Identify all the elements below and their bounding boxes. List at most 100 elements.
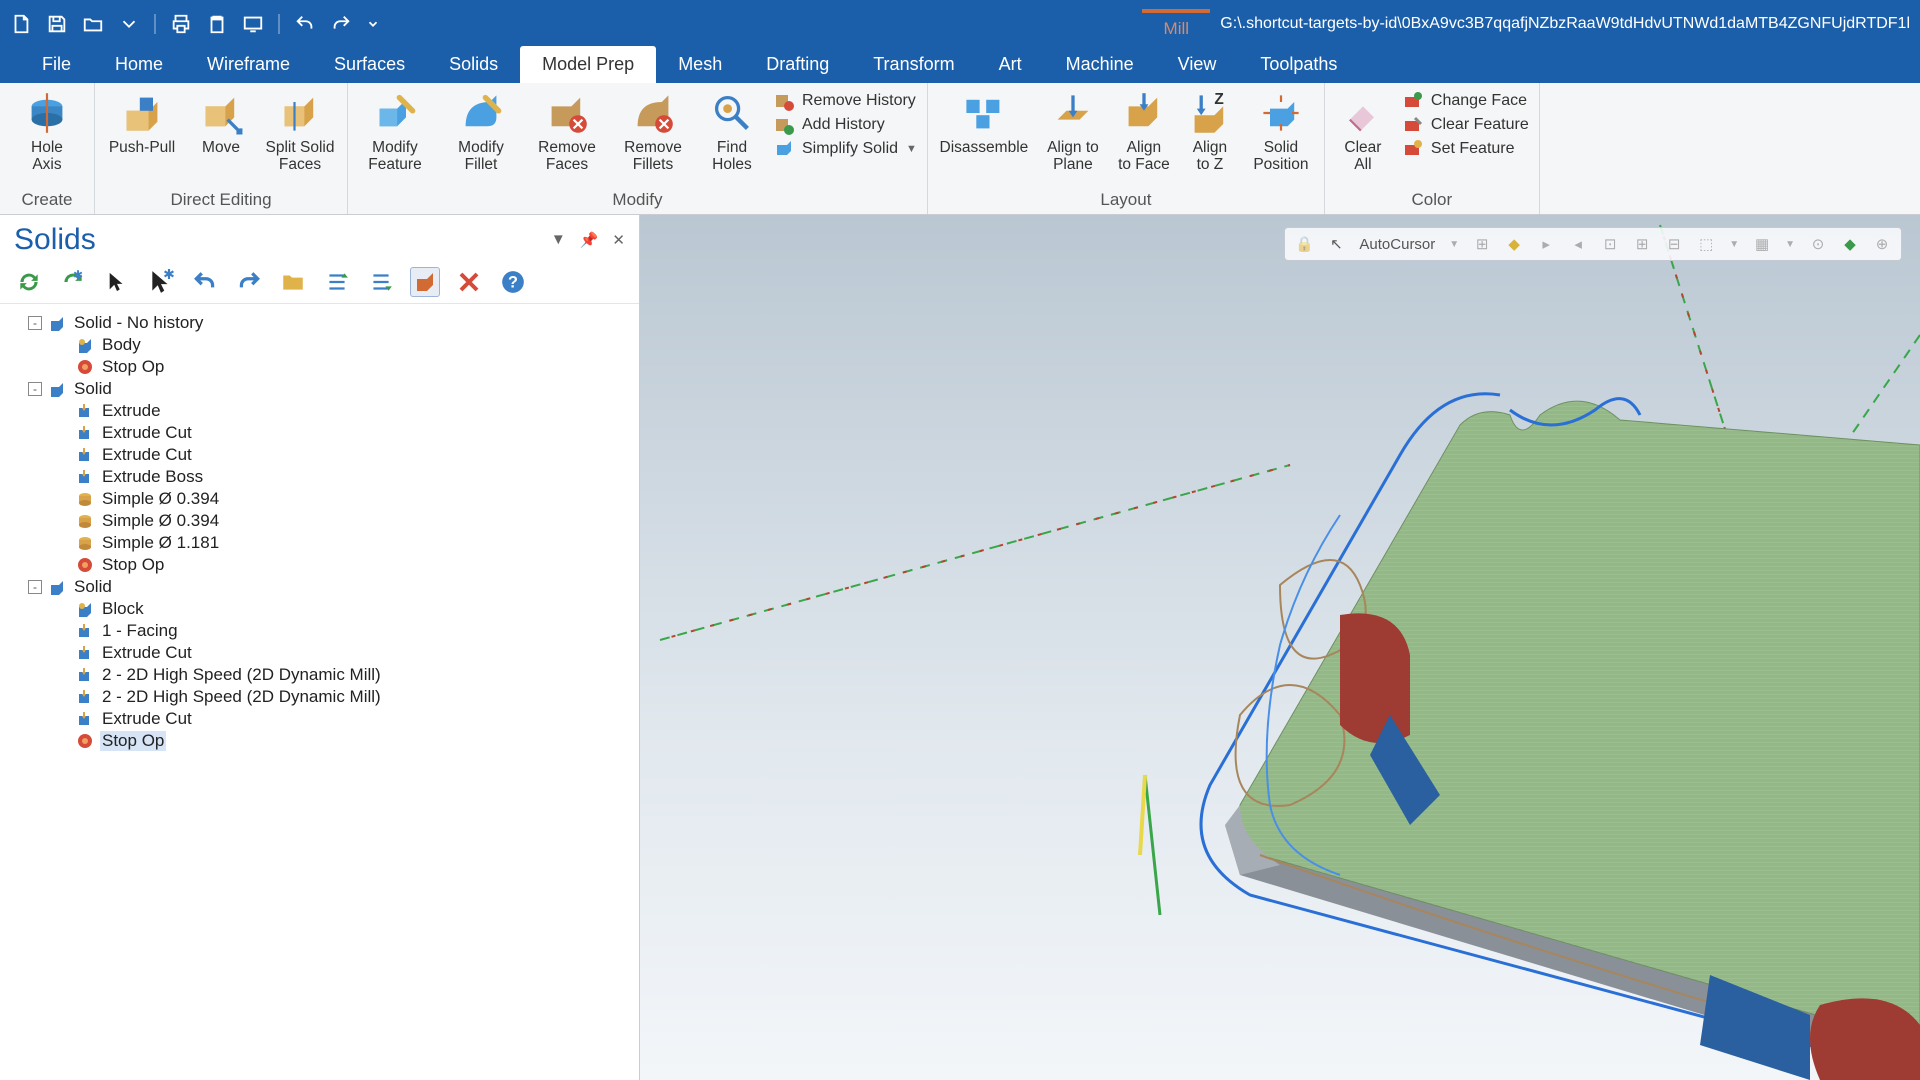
tab-machine[interactable]: Machine xyxy=(1044,46,1156,83)
tree-node[interactable]: Block xyxy=(8,598,631,620)
tree-node[interactable]: -Solid - No history xyxy=(8,312,631,334)
folder-icon[interactable] xyxy=(278,267,308,297)
tool-icon[interactable]: ◂ xyxy=(1569,235,1587,253)
tool-icon[interactable]: ⊟ xyxy=(1665,235,1683,253)
list-down-icon[interactable] xyxy=(366,267,396,297)
push-pull-button[interactable]: Push-Pull xyxy=(105,89,179,188)
align-to-plane-button[interactable]: Align to Plane xyxy=(1042,89,1104,188)
tab-view[interactable]: View xyxy=(1156,46,1239,83)
point-icon[interactable]: ◆ xyxy=(1505,235,1523,253)
tree-node[interactable]: 2 - 2D High Speed (2D Dynamic Mill) xyxy=(8,686,631,708)
expand-toggle[interactable]: - xyxy=(28,316,42,330)
clear-all-button[interactable]: Clear All xyxy=(1335,89,1391,188)
expand-toggle[interactable]: - xyxy=(28,382,42,396)
split-solid-faces-button[interactable]: Split Solid Faces xyxy=(263,89,337,188)
chevron-down-icon[interactable] xyxy=(118,13,140,35)
chevron-down-icon[interactable]: ▼ xyxy=(551,231,566,249)
chevron-down-icon[interactable]: ▼ xyxy=(1729,239,1739,250)
tree-node[interactable]: 2 - 2D High Speed (2D Dynamic Mill) xyxy=(8,664,631,686)
modify-fillet-button[interactable]: Modify Fillet xyxy=(444,89,518,188)
tab-toolpaths[interactable]: Toolpaths xyxy=(1238,46,1359,83)
tree-node[interactable]: Extrude Cut xyxy=(8,642,631,664)
tool-icon[interactable]: ⊙ xyxy=(1809,235,1827,253)
clear-feature-button[interactable]: Clear Feature xyxy=(1403,115,1529,135)
align-to-z-button[interactable]: Z Align to Z xyxy=(1184,89,1236,188)
tool-icon[interactable]: ⊡ xyxy=(1601,235,1619,253)
expand-toggle[interactable]: - xyxy=(28,580,42,594)
find-holes-button[interactable]: Find Holes xyxy=(702,89,762,188)
tree-node[interactable]: Extrude Boss xyxy=(8,466,631,488)
tree-node[interactable]: Simple Ø 1.181 xyxy=(8,532,631,554)
delete-icon[interactable] xyxy=(454,267,484,297)
tool-icon[interactable]: ◆ xyxy=(1841,235,1859,253)
tab-mesh[interactable]: Mesh xyxy=(656,46,744,83)
tree-node[interactable]: Body xyxy=(8,334,631,356)
tab-solids[interactable]: Solids xyxy=(427,46,520,83)
cursor-icon[interactable]: ↖ xyxy=(1327,235,1345,253)
tree-node[interactable]: Stop Op xyxy=(8,356,631,378)
tab-wireframe[interactable]: Wireframe xyxy=(185,46,312,83)
remove-history-button[interactable]: Remove History xyxy=(774,91,916,111)
tree-node[interactable]: -Solid xyxy=(8,378,631,400)
close-icon[interactable]: ✕ xyxy=(612,231,625,249)
tab-home[interactable]: Home xyxy=(93,46,185,83)
chevron-down-icon[interactable]: ▼ xyxy=(1449,239,1459,250)
tab-art[interactable]: Art xyxy=(977,46,1044,83)
grid-icon[interactable]: ▦ xyxy=(1753,235,1771,253)
regen-all-icon[interactable]: ✱ xyxy=(58,267,88,297)
tool-icon[interactable]: ⊞ xyxy=(1633,235,1651,253)
cursor-icon[interactable] xyxy=(102,267,132,297)
set-feature-button[interactable]: Set Feature xyxy=(1403,139,1515,159)
solids-tree[interactable]: -Solid - No historyBodyStop Op-SolidExtr… xyxy=(0,304,639,760)
pin-icon[interactable]: 📌 xyxy=(580,231,599,249)
context-tab-mill[interactable]: Mill xyxy=(1142,9,1210,39)
modify-feature-button[interactable]: Modify Feature xyxy=(358,89,432,188)
tree-node[interactable]: Extrude Cut xyxy=(8,708,631,730)
tab-surfaces[interactable]: Surfaces xyxy=(312,46,427,83)
tab-model-prep[interactable]: Model Prep xyxy=(520,46,656,83)
solid-icon[interactable] xyxy=(410,267,440,297)
disassemble-button[interactable]: Disassemble xyxy=(938,89,1030,188)
save-icon[interactable] xyxy=(46,13,68,35)
cursor-multi-icon[interactable]: ✱ xyxy=(146,267,176,297)
tree-node[interactable]: Stop Op xyxy=(8,730,631,752)
tab-transform[interactable]: Transform xyxy=(851,46,976,83)
tree-node[interactable]: Extrude xyxy=(8,400,631,422)
redo-icon[interactable] xyxy=(234,267,264,297)
add-history-button[interactable]: Add History xyxy=(774,115,885,135)
tool-icon[interactable]: ▸ xyxy=(1537,235,1555,253)
tree-node[interactable]: Extrude Cut xyxy=(8,422,631,444)
open-icon[interactable] xyxy=(82,13,104,35)
clipboard-icon[interactable] xyxy=(206,13,228,35)
undo-icon[interactable] xyxy=(190,267,220,297)
chevron-down-icon[interactable]: ▼ xyxy=(1785,239,1795,250)
remove-faces-button[interactable]: Remove Faces xyxy=(530,89,604,188)
move-button[interactable]: Move xyxy=(191,89,251,188)
lock-icon[interactable]: 🔒 xyxy=(1295,235,1313,253)
tool-icon[interactable]: ⊕ xyxy=(1873,235,1891,253)
regen-icon[interactable] xyxy=(14,267,44,297)
help-icon[interactable]: ? xyxy=(498,267,528,297)
tab-drafting[interactable]: Drafting xyxy=(744,46,851,83)
chevron-down-icon[interactable] xyxy=(366,13,380,35)
tree-node[interactable]: -Solid xyxy=(8,576,631,598)
tree-node[interactable]: Stop Op xyxy=(8,554,631,576)
print-icon[interactable] xyxy=(170,13,192,35)
remove-fillets-button[interactable]: Remove Fillets xyxy=(616,89,690,188)
align-to-face-button[interactable]: Align to Face xyxy=(1116,89,1172,188)
redo-icon[interactable] xyxy=(330,13,352,35)
undo-icon[interactable] xyxy=(294,13,316,35)
screen-icon[interactable] xyxy=(242,13,264,35)
hole-axis-button[interactable]: Hole Axis xyxy=(10,89,84,188)
viewport-3d[interactable]: 🔒 ↖ AutoCursor ▼ ⊞ ◆ ▸ ◂ ⊡ ⊞ ⊟ ⬚ ▼ ▦ ▼ ⊙… xyxy=(640,215,1920,1080)
simplify-solid-button[interactable]: Simplify Solid ▼ xyxy=(774,139,917,159)
change-face-button[interactable]: Change Face xyxy=(1403,91,1527,111)
tree-node[interactable]: Simple Ø 0.394 xyxy=(8,510,631,532)
list-up-icon[interactable] xyxy=(322,267,352,297)
tool-icon[interactable]: ⬚ xyxy=(1697,235,1715,253)
new-file-icon[interactable] xyxy=(10,13,32,35)
tree-node[interactable]: Simple Ø 0.394 xyxy=(8,488,631,510)
autocursor-label[interactable]: AutoCursor xyxy=(1359,236,1435,253)
snap-icon[interactable]: ⊞ xyxy=(1473,235,1491,253)
tab-file[interactable]: File xyxy=(20,46,93,83)
